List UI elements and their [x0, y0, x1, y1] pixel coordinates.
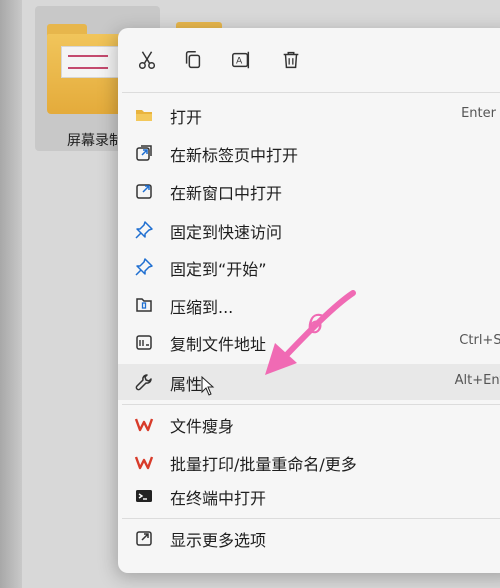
menu-item-label: 批量打印/批量重命名/更多 [170, 455, 357, 474]
menu-item-label: 在新标签页中打开 [170, 146, 299, 165]
menu-item-label: 复制文件地址 [170, 335, 267, 354]
menu-item-open-new-tab[interactable]: 在新标签页中打开 [118, 135, 500, 171]
new-tab-icon [134, 143, 154, 163]
context-menu: A 打开 Enter 在新标签页中打开 在新窗口中打开 固定到快速访问 固定到“… [118, 28, 500, 573]
menu-item-label: 文件瘦身 [170, 417, 235, 436]
rename-button[interactable]: A [224, 44, 258, 76]
menu-item-properties[interactable]: 属性 Alt+Enter [118, 364, 500, 400]
menu-item-open-new-window[interactable]: 在新窗口中打开 [118, 173, 500, 209]
menu-divider [122, 404, 500, 405]
menu-item-pin-start[interactable]: 固定到“开始” [118, 249, 500, 285]
menu-item-shortcut: Enter [461, 106, 496, 121]
menu-item-label: 显示更多选项 [170, 531, 267, 550]
menu-item-label: 属性 [170, 375, 203, 394]
mouse-cursor-icon [201, 376, 215, 396]
menu-item-shortcut: Alt+Enter [454, 373, 500, 388]
terminal-icon [134, 486, 154, 506]
pin-icon [134, 257, 154, 277]
menu-item-shortcut: Ctrl+Shif [459, 333, 500, 348]
new-window-icon [134, 181, 154, 201]
menu-item-batch-tools[interactable]: 批量打印/批量重命名/更多 [118, 444, 500, 480]
zip-icon [134, 295, 154, 315]
folder-open-icon [134, 105, 154, 125]
menu-item-show-more-options[interactable]: 显示更多选项 [118, 520, 500, 556]
wrench-icon [134, 372, 154, 392]
rename-icon: A [232, 51, 250, 69]
menu-item-file-slim[interactable]: 文件瘦身 [118, 406, 500, 442]
menu-divider [122, 518, 500, 519]
copy-path-icon [134, 332, 154, 352]
menu-item-label: 在终端中打开 [170, 489, 267, 508]
cut-button[interactable] [130, 44, 164, 76]
menu-item-open[interactable]: 打开 Enter [118, 97, 500, 133]
desktop-edge [0, 0, 22, 588]
menu-item-copy-path[interactable]: 复制文件地址 Ctrl+Shif [118, 324, 500, 360]
delete-icon [283, 51, 299, 69]
menu-item-label: 打开 [170, 108, 203, 127]
copy-button[interactable] [176, 44, 210, 76]
menu-item-pin-quick-access[interactable]: 固定到快速访问 [118, 212, 500, 248]
menu-item-label: 固定到“开始” [170, 260, 267, 279]
more-options-icon [134, 528, 154, 548]
pin-icon [134, 220, 154, 240]
quick-actions-bar: A [118, 28, 500, 90]
menu-item-compress[interactable]: 压缩到... [118, 287, 500, 323]
menu-divider [122, 92, 500, 93]
wps-icon [134, 452, 154, 472]
cut-icon [138, 51, 156, 69]
menu-item-label: 压缩到... [170, 298, 234, 317]
menu-item-label: 固定到快速访问 [170, 223, 283, 242]
menu-item-label: 在新窗口中打开 [170, 184, 283, 203]
menu-item-open-terminal[interactable]: 在终端中打开 [118, 478, 500, 514]
wps-icon [134, 414, 154, 434]
svg-text:A: A [236, 56, 243, 67]
copy-icon [185, 51, 201, 69]
delete-button[interactable] [274, 44, 308, 76]
